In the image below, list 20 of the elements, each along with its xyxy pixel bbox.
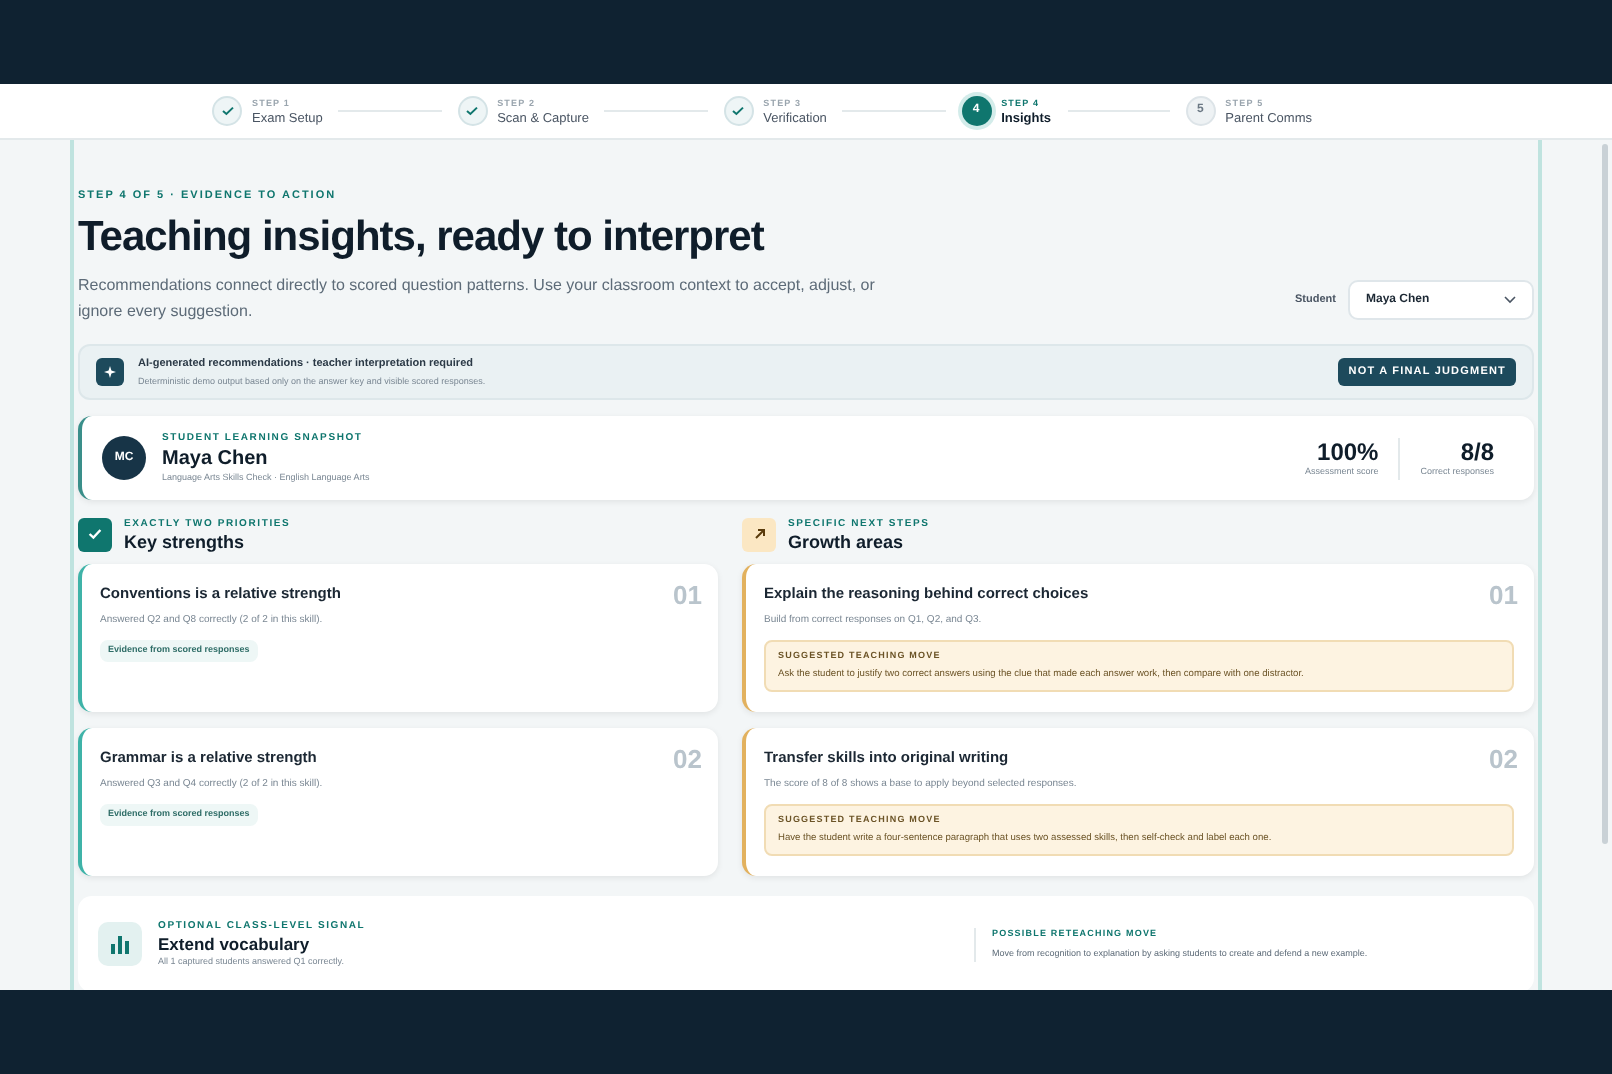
intro-text: Recommendations connect directly to scored question patterns. Use your classroom context to accept, adjust, or ignore every suggestion. <box>78 274 877 325</box>
card-number: 01 <box>673 578 702 615</box>
signal-title: Extend vocabulary <box>158 934 312 957</box>
card-number: 02 <box>1489 742 1518 779</box>
student-name: Maya Chen <box>162 447 270 472</box>
bar-chart-icon <box>98 922 142 967</box>
check-icon <box>457 96 488 126</box>
page-title: Teaching insights, ready to interpret <box>78 212 767 265</box>
section-title: Key strengths <box>124 532 247 552</box>
chevron-icon <box>1504 296 1516 305</box>
check-icon <box>723 96 754 126</box>
sparkle-icon <box>96 358 124 387</box>
check-icon <box>212 96 242 126</box>
card-number: 01 <box>1489 578 1518 615</box>
stat-value: 100% <box>1317 437 1379 466</box>
scrollbar[interactable] <box>1602 144 1608 844</box>
card-number: 02 <box>673 742 702 779</box>
check-icon <box>78 517 112 552</box>
stat-value: 8/8 <box>1460 437 1494 466</box>
section-title: Growth areas <box>788 532 906 552</box>
